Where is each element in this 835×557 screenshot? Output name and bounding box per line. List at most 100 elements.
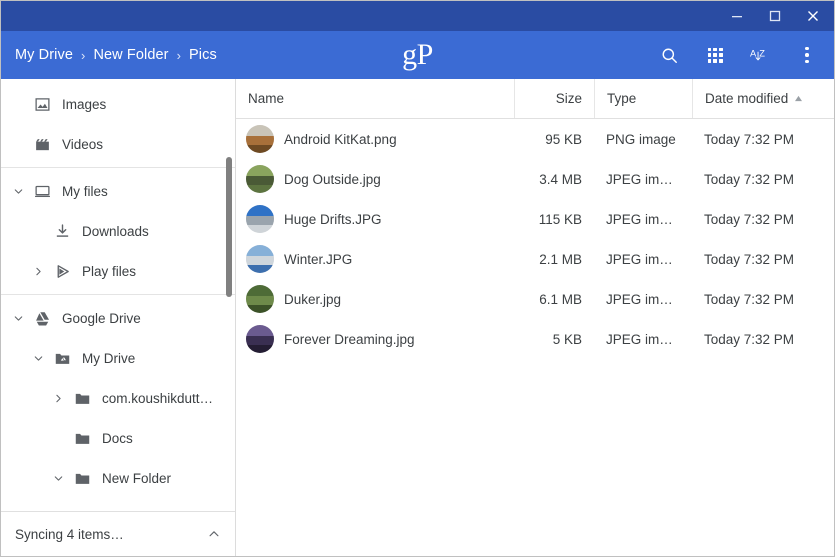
video-icon	[29, 136, 55, 153]
sidebar-item-my-files[interactable]: My files	[1, 171, 235, 211]
sidebar-item-images[interactable]: Images	[1, 84, 235, 124]
sidebar-group-1: My files Downloads Play files	[1, 167, 235, 294]
file-row[interactable]: Huge Drifts.JPG 115 KB JPEG ima… Today 7:32…	[236, 199, 834, 239]
chevron-down-icon[interactable]	[27, 352, 49, 365]
file-thumbnail	[246, 245, 274, 273]
grid-view-button[interactable]	[692, 31, 738, 79]
column-header-label: Type	[607, 91, 637, 106]
file-list-pane: Name Size Type Date modified Android KitKat…	[236, 79, 834, 556]
sidebar-item-docs[interactable]: Docs	[1, 418, 235, 458]
chevron-down-icon[interactable]	[7, 312, 29, 325]
chevron-down-icon[interactable]	[47, 472, 69, 485]
chevron-down-icon[interactable]	[7, 185, 29, 198]
sidebar-item-new-folder[interactable]: New Folder	[1, 458, 235, 498]
sort-az-button[interactable]: A Z	[738, 31, 784, 79]
breadcrumb-separator: ›	[81, 47, 86, 63]
breadcrumb-item-1[interactable]: New Folder	[93, 47, 168, 63]
file-type-cell: JPEG ima…	[594, 252, 692, 267]
sidebar-nav: Images Videos My files Downloads Play files G…	[1, 79, 235, 511]
file-row[interactable]: Winter.JPG 2.1 MB JPEG ima… Today 7:32 PM	[236, 239, 834, 279]
app-logo-text: gP	[402, 38, 433, 71]
file-row[interactable]: Duker.jpg 6.1 MB JPEG ima… Today 7:32 PM	[236, 279, 834, 319]
file-size-cell: 5 KB	[552, 331, 582, 347]
sidebar-item-play-files[interactable]: Play files	[1, 251, 235, 291]
sidebar-item-my-drive[interactable]: My Drive	[1, 338, 235, 378]
file-thumbnail	[246, 285, 274, 313]
sidebar-scrollbar[interactable]	[225, 79, 234, 556]
file-size-cell: 95 KB	[545, 131, 582, 147]
sidebar-item-label: Play files	[82, 263, 137, 279]
file-date-cell: Today 7:32 PM	[704, 291, 795, 307]
column-header-label: Date modified	[705, 91, 789, 106]
sidebar-item-pics[interactable]: Pics	[1, 498, 235, 512]
sidebar-item-label: Google Drive	[62, 310, 141, 326]
svg-text:Z: Z	[759, 48, 765, 58]
file-name-cell: Huge Drifts.JPG	[236, 205, 514, 233]
sidebar-item-google-drive[interactable]: Google Drive	[1, 298, 235, 338]
sidebar-item-label: New Folder	[102, 470, 172, 486]
file-name-label: Dog Outside.jpg	[284, 171, 381, 187]
image-icon	[29, 96, 55, 113]
minimize-button[interactable]	[718, 1, 756, 31]
file-date-cell: Today 7:32 PM	[704, 171, 795, 187]
file-name-cell: Winter.JPG	[236, 245, 514, 273]
file-type-label: JPEG ima…	[606, 211, 680, 227]
column-header-size[interactable]: Size	[514, 79, 594, 118]
folder-icon	[69, 470, 95, 487]
play-icon	[49, 263, 75, 280]
toolbar-actions: A Z	[646, 31, 834, 79]
sidebar-item-downloads[interactable]: Downloads	[1, 211, 235, 251]
drive-icon	[29, 310, 55, 327]
sort-ascending-icon	[794, 95, 803, 102]
file-name-cell: Dog Outside.jpg	[236, 165, 514, 193]
title-bar	[1, 1, 834, 31]
file-name-label: Huge Drifts.JPG	[284, 211, 382, 227]
sidebar-item-label: com.koushikdutt…	[102, 390, 214, 406]
sync-status-bar[interactable]: Syncing 4 items…	[1, 511, 235, 556]
folder-icon	[69, 430, 95, 447]
file-name-label: Duker.jpg	[284, 291, 342, 307]
file-row[interactable]: Dog Outside.jpg 3.4 MB JPEG ima… Today 7:32…	[236, 159, 834, 199]
maximize-icon	[769, 10, 781, 22]
breadcrumb: My Drive › New Folder › Pics	[1, 47, 217, 63]
file-size-cell: 3.4 MB	[539, 171, 582, 187]
column-header-date[interactable]: Date modified	[692, 79, 834, 118]
folder-icon	[69, 390, 95, 407]
chevron-right-icon[interactable]	[47, 392, 69, 405]
column-header-row: Name Size Type Date modified	[236, 79, 834, 119]
maximize-button[interactable]	[756, 1, 794, 31]
sidebar-item-videos[interactable]: Videos	[1, 124, 235, 164]
app-body: Images Videos My files Downloads Play files G…	[1, 79, 834, 556]
close-button[interactable]	[794, 1, 832, 31]
file-thumbnail	[246, 165, 274, 193]
sidebar-item-label: Pics	[122, 511, 148, 512]
sync-status-label: Syncing 4 items…	[15, 526, 124, 542]
breadcrumb-item-0[interactable]: My Drive	[15, 47, 73, 63]
more-options-button[interactable]	[784, 31, 830, 79]
sort-az-icon: A Z	[750, 48, 765, 60]
file-type-label: JPEG ima…	[606, 291, 680, 307]
search-button[interactable]	[646, 31, 692, 79]
column-header-type[interactable]: Type	[594, 79, 692, 118]
file-date-cell: Today 7:32 PM	[704, 331, 795, 347]
file-type-label: JPEG ima…	[606, 171, 680, 187]
breadcrumb-item-2[interactable]: Pics	[189, 47, 217, 63]
column-header-label: Name	[248, 91, 285, 106]
file-type-cell: JPEG ima…	[594, 292, 692, 307]
column-header-name[interactable]: Name	[236, 79, 514, 118]
file-row[interactable]: Android KitKat.png 95 KB PNG image Today 7:…	[236, 119, 834, 159]
sidebar-scrollbar-thumb[interactable]	[226, 157, 232, 297]
chevron-up-icon[interactable]	[207, 527, 221, 541]
file-date-cell: Today 7:32 PM	[704, 211, 795, 227]
breadcrumb-separator: ›	[176, 47, 182, 63]
file-thumbnail	[246, 325, 274, 353]
file-name-label: Forever Dreaming.jpg	[284, 331, 415, 347]
file-type-cell: JPEG ima…	[594, 172, 692, 187]
file-date-cell: Today 7:32 PM	[704, 131, 795, 147]
chevron-right-icon[interactable]	[27, 265, 49, 278]
file-size-cell: 2.1 MB	[539, 251, 582, 267]
sidebar-item-com-koushikdutt[interactable]: com.koushikdutt…	[1, 378, 235, 418]
file-row[interactable]: Forever Dreaming.jpg 5 KB JPEG ima… Today 7…	[236, 319, 834, 359]
file-date-cell: Today 7:32 PM	[704, 251, 795, 267]
computer-icon	[29, 183, 55, 200]
